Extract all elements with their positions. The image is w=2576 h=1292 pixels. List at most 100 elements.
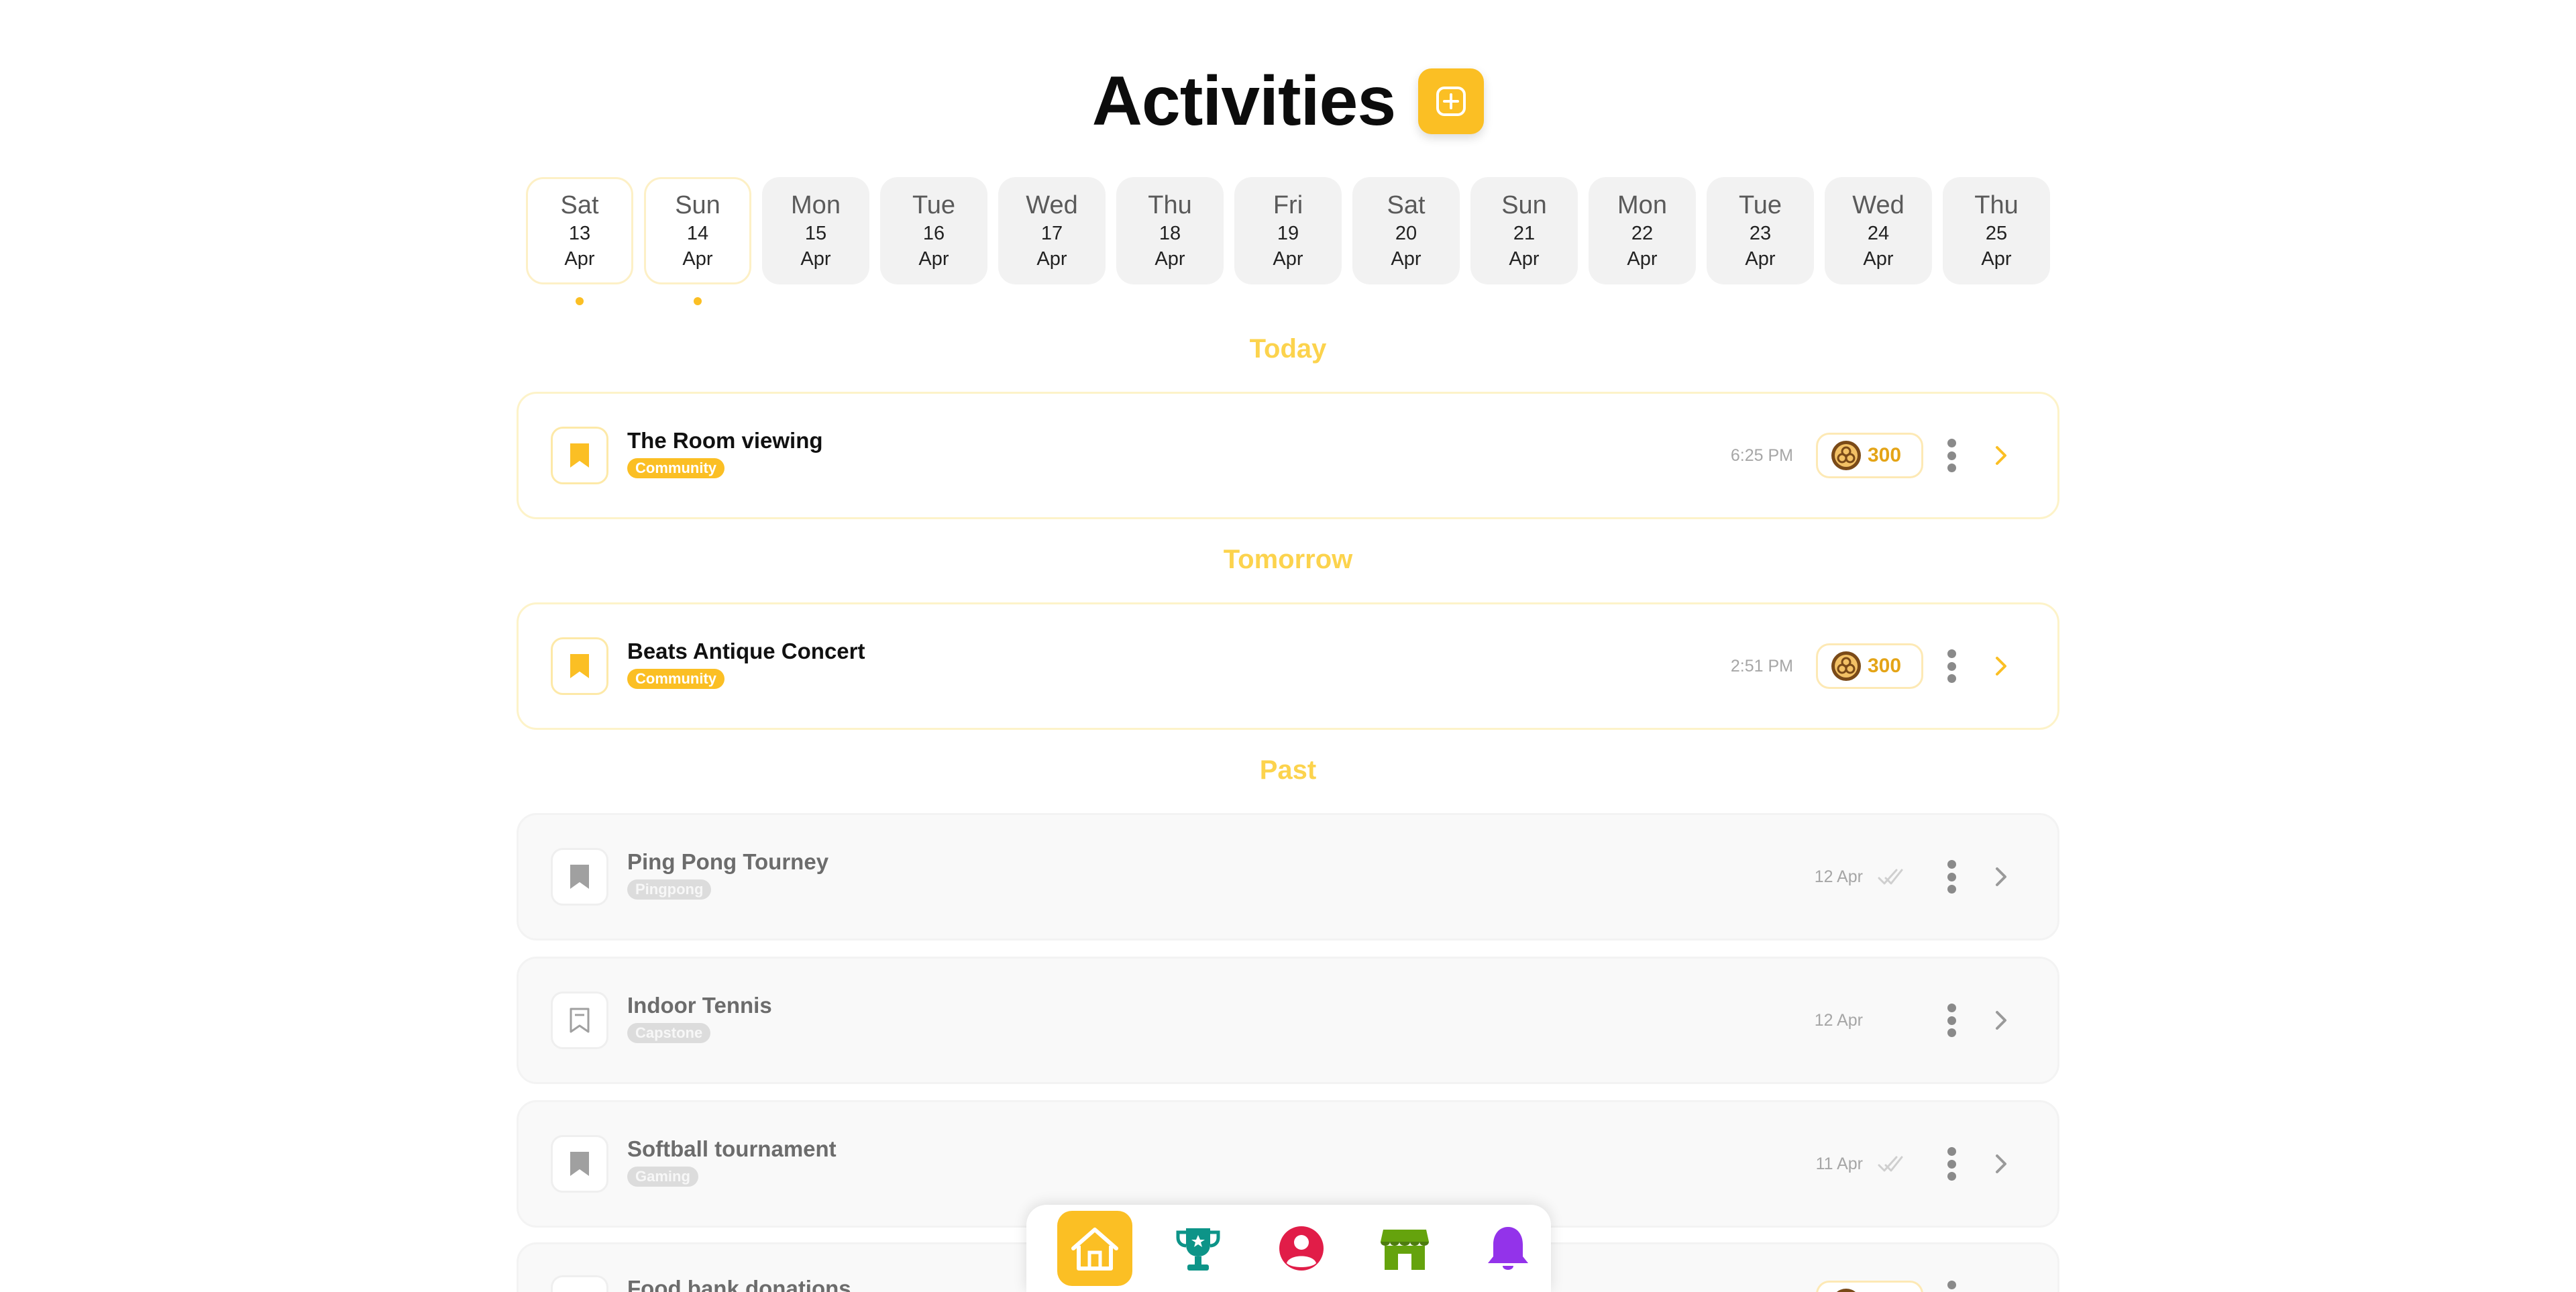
activity-info: The Room viewing Community [627, 427, 823, 478]
nav-trophy[interactable] [1161, 1211, 1236, 1286]
date-chip-month: Apr [564, 248, 595, 270]
activity-time: 2:51 PM [1730, 656, 1793, 676]
date-chip-month: Apr [1745, 248, 1776, 270]
bell-icon [1488, 1227, 1528, 1270]
more-options-button[interactable] [1945, 1281, 1958, 1292]
date-chip-month: Apr [800, 248, 831, 270]
points-badge: 300 [1816, 643, 1923, 689]
section-label-past: Past [1259, 755, 1317, 785]
nav-home[interactable] [1057, 1211, 1132, 1286]
date-chip[interactable]: Sat 20 Apr [1352, 177, 1460, 284]
date-chip[interactable]: Sat 13 Apr [526, 177, 633, 305]
activity-title: Beats Antique Concert [627, 639, 865, 663]
bookmark-button[interactable] [551, 1135, 608, 1193]
kebab-dot [1947, 1147, 1956, 1156]
date-chip-number: 14 [686, 223, 709, 244]
points-value: 300 [1868, 444, 1902, 466]
nav-notifications[interactable] [1470, 1211, 1546, 1286]
date-chip[interactable]: Mon 15 Apr [762, 177, 869, 284]
bookmark-button[interactable] [551, 991, 608, 1049]
kebab-dot [1947, 1016, 1956, 1025]
chevron-right-icon[interactable] [1988, 1150, 2015, 1177]
date-chip[interactable]: Sun 14 Apr [644, 177, 751, 305]
date-chip-month: Apr [1509, 248, 1540, 270]
date-chip-month: Apr [1391, 248, 1421, 270]
plus-square-icon [1436, 87, 1466, 116]
bookmark-button[interactable] [551, 848, 608, 906]
bookmark-icon [570, 1152, 589, 1176]
date-chip[interactable]: Thu 18 Apr [1116, 177, 1224, 284]
home-icon [1071, 1228, 1118, 1271]
chevron-right-icon[interactable] [1988, 442, 2015, 469]
date-chip[interactable]: Thu 25 Apr [1943, 177, 2050, 284]
date-chip[interactable]: Tue 23 Apr [1707, 177, 1814, 284]
kebab-dot [1947, 860, 1956, 869]
activity-card[interactable]: Ping Pong Tourney Pingpong 12 Apr [517, 813, 2059, 940]
date-chip-month: Apr [1627, 248, 1658, 270]
page-header: Activities [0, 58, 2576, 145]
date-chip[interactable]: Fri 19 Apr [1234, 177, 1342, 284]
event-dot [576, 297, 584, 305]
activity-title: Ping Pong Tourney [627, 849, 829, 874]
date-chip[interactable]: Tue 16 Apr [880, 177, 987, 284]
activity-info: Food bank donations [627, 1275, 851, 1292]
points-badge [1816, 1281, 1923, 1292]
date-chip-day: Thu [1148, 191, 1192, 219]
activities-page: Activities Sat 13 Apr Sun 14 Apr Mon 15 … [0, 0, 2576, 1292]
bottom-navigation [1026, 1205, 1551, 1292]
activity-title: The Room viewing [627, 428, 823, 453]
activity-tag: Community [627, 669, 724, 689]
points-badge: 300 [1816, 433, 1923, 478]
activity-title: Softball tournament [627, 1136, 837, 1161]
bookmark-button[interactable] [551, 1275, 608, 1292]
double-check-icon [1878, 1156, 1903, 1172]
date-chip[interactable]: Sun 21 Apr [1470, 177, 1578, 284]
date-chip-month: Apr [1155, 248, 1185, 270]
date-chip-day: Thu [1974, 191, 2019, 219]
date-chip-day: Mon [1617, 191, 1667, 219]
date-strip: Sat 13 Apr Sun 14 Apr Mon 15 Apr Tue 16 … [526, 177, 2050, 305]
bookmark-icon [570, 443, 589, 468]
kebab-dot [1947, 1159, 1956, 1169]
date-chip-day: Mon [791, 191, 841, 219]
kebab-dot [1947, 649, 1956, 658]
nav-store[interactable] [1367, 1211, 1442, 1286]
date-chip-number: 24 [1867, 223, 1890, 244]
more-options-button[interactable] [1945, 860, 1958, 894]
activity-time: 6:25 PM [1730, 445, 1793, 465]
date-chip-number: 15 [804, 223, 827, 244]
kebab-dot [1947, 451, 1956, 460]
coin-icon [1831, 651, 1861, 681]
more-options-button[interactable] [1945, 439, 1958, 472]
more-options-button[interactable] [1945, 1004, 1958, 1037]
date-chip-month: Apr [1036, 248, 1067, 270]
date-chip-day: Sat [560, 191, 599, 219]
chevron-right-icon[interactable] [1988, 863, 2015, 890]
store-icon [1381, 1230, 1429, 1270]
date-chip-month: Apr [918, 248, 949, 270]
activity-card[interactable]: Indoor Tennis Capstone 12 Apr [517, 957, 2059, 1084]
date-chip[interactable]: Mon 22 Apr [1589, 177, 1696, 284]
date-chip[interactable]: Wed 24 Apr [1825, 177, 1932, 284]
activity-card[interactable]: The Room viewing Community 6:25 PM 300 [517, 392, 2059, 519]
bookmark-icon [570, 654, 589, 678]
double-check-icon [1878, 869, 1903, 885]
kebab-dot [1947, 1028, 1956, 1037]
bookmark-outline-icon [570, 1008, 590, 1033]
activity-card[interactable]: Beats Antique Concert Community 2:51 PM … [517, 602, 2059, 730]
more-options-button[interactable] [1945, 1147, 1958, 1181]
date-chip-number: 21 [1513, 223, 1536, 244]
bookmark-button[interactable] [551, 427, 608, 484]
more-options-button[interactable] [1945, 649, 1958, 683]
date-chip[interactable]: Wed 17 Apr [998, 177, 1106, 284]
activity-tag: Community [627, 458, 724, 478]
chevron-right-icon[interactable] [1988, 1007, 2015, 1034]
nav-profile[interactable] [1264, 1211, 1339, 1286]
chevron-right-icon[interactable] [1988, 653, 2015, 680]
date-chip-number: 13 [568, 223, 591, 244]
activity-date: 12 Apr [1814, 1010, 1863, 1030]
bookmark-button[interactable] [551, 637, 608, 695]
event-dot [694, 297, 702, 305]
date-chip-month: Apr [682, 248, 713, 270]
add-activity-button[interactable] [1418, 68, 1485, 134]
